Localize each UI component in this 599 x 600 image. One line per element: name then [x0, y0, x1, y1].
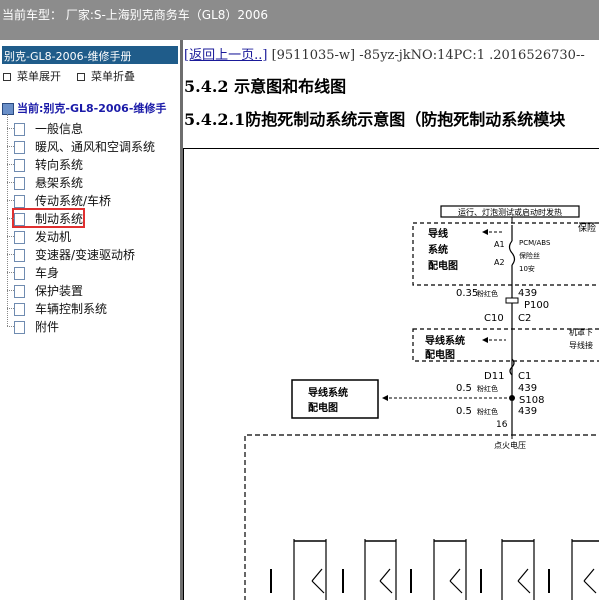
vehicle-model-text: 当前车型： 厂家:S-上海别克商务车（GL8）2006: [2, 8, 268, 22]
sidebar-item-label: 车身: [35, 266, 60, 280]
box1-label-2: 系统: [428, 243, 448, 256]
sidebar-item-label: 制动系统: [35, 212, 84, 226]
wire1-color: 粉红色: [477, 289, 498, 298]
fuse-label-1: PCM/ABS: [519, 239, 551, 247]
sidebar-item-brakes[interactable]: 制动系统: [7, 208, 86, 228]
wiring-diagram: 运行、灯泡测试或启动时发热 保险 导线 系统 配电图 A1 A2 PCM/ABS…: [183, 148, 599, 600]
document-icon: [14, 213, 25, 226]
box2-label-1: 导线系统: [425, 334, 465, 347]
sidebar-item-driveline[interactable]: 传动系统/车桥: [7, 192, 112, 208]
splice-s108-dot: [509, 395, 515, 401]
expand-menu-label: 菜单展开: [17, 70, 61, 83]
document-icon: [14, 285, 25, 298]
document-icon: [14, 159, 25, 172]
wire2-gauge: 0.5: [456, 383, 472, 394]
sidebar-item-label: 保护装置: [35, 284, 84, 298]
connector-p100-symbol: [505, 297, 519, 304]
wire2-code: 439: [518, 383, 537, 394]
sidebar-item-hvac[interactable]: 暖风、通风和空调系统: [7, 138, 156, 154]
box2-label-2: 配电图: [425, 348, 455, 361]
document-icon: [14, 123, 25, 136]
document-icon: [14, 267, 25, 280]
conn-p100: P100: [524, 300, 549, 311]
document-icon: [14, 141, 25, 154]
sidebar-item-restraints[interactable]: 保护装置: [7, 282, 84, 298]
document-icon: [14, 195, 25, 208]
right-note-2b: 导线接: [569, 340, 593, 350]
conn-c1: C1: [518, 371, 531, 382]
box3-label-2: 配电图: [308, 401, 338, 414]
box3-label-1: 导线系统: [308, 386, 348, 399]
pin-a2: A2: [494, 258, 505, 267]
solenoid-switch-array: [293, 539, 599, 600]
ignition-voltage: 点火电压: [494, 440, 526, 450]
document-id: [9511035-w] -85yz-jkNO:14PC:1 .201652673…: [271, 48, 585, 63]
abs-module-outline: [244, 434, 599, 600]
sidebar-item-label: 转向系统: [35, 158, 84, 172]
sidebar-item-transmission[interactable]: 变速器/变速驱动桥: [7, 246, 136, 262]
fuse-label-2: 保险丝: [519, 251, 540, 260]
breadcrumb: [返回上一页..] [9511035-w] -85yz-jkNO:14PC:1 …: [184, 44, 585, 63]
sidebar-item-suspension[interactable]: 悬架系统: [7, 174, 84, 190]
back-link[interactable]: [返回上一页..]: [184, 48, 267, 63]
subsection-heading: 5.4.2.1防抱死制动系统示意图（防抱死制动系统模块: [184, 110, 566, 129]
sidebar-item-label: 附件: [35, 320, 60, 334]
sidebar-item-vehicle-control[interactable]: 车辆控制系统: [7, 300, 108, 316]
current-manual-node[interactable]: 当前:别克-GL8-2006-维修手: [2, 100, 166, 116]
expand-menu-button[interactable]: 菜单展开: [3, 68, 61, 84]
sidebar-item-label: 一般信息: [35, 122, 84, 136]
collapse-menu-button[interactable]: 菜单折叠: [77, 68, 135, 84]
diagram-banner-text: 运行、灯泡测试或启动时发热: [458, 207, 562, 217]
conn-c2: C2: [518, 313, 531, 324]
pin-16: 16: [496, 420, 508, 430]
sidebar-title: 别克-GL8-2006-维修手册: [2, 46, 178, 64]
wire1-gauge: 0.35: [456, 288, 478, 299]
box1-label-1: 导线: [428, 227, 448, 240]
pin-a1: A1: [494, 240, 505, 249]
current-manual-label: 当前:别克-GL8-2006-维修手: [17, 102, 167, 115]
right-note-2a: 机罩下: [569, 327, 593, 337]
sidebar-item-steering[interactable]: 转向系统: [7, 156, 84, 172]
conn-c10: C10: [484, 313, 504, 324]
document-icon: [14, 177, 25, 190]
wire2-color: 粉红色: [477, 384, 498, 393]
sidebar-item-label: 车辆控制系统: [35, 302, 108, 316]
box1-label-3: 配电图: [428, 259, 458, 272]
document-icon: [14, 321, 25, 334]
document-icon: [14, 303, 25, 316]
wiring-diagram-svg: 运行、灯泡测试或启动时发热 保险 导线 系统 配电图 A1 A2 PCM/ABS…: [244, 205, 599, 600]
wire3-color: 粉红色: [477, 407, 498, 416]
window-title-bar: 当前车型： 厂家:S-上海别克商务车（GL8）2006: [0, 0, 599, 40]
fuse-symbol: [508, 240, 516, 266]
sidebar: 别克-GL8-2006-维修手册 菜单展开 菜单折叠 当前:别克-GL8-200…: [0, 40, 180, 600]
content-pane: [返回上一页..] [9511035-w] -85yz-jkNO:14PC:1 …: [183, 40, 599, 600]
sidebar-item-accessories[interactable]: 附件: [7, 318, 60, 334]
conn-d11: D11: [484, 371, 504, 382]
sidebar-item-engine[interactable]: 发动机: [7, 228, 72, 244]
collapse-menu-label: 菜单折叠: [91, 70, 135, 83]
collapse-icon: [77, 73, 85, 81]
splice-s108: S108: [519, 395, 544, 406]
document-icon: [14, 231, 25, 244]
sidebar-item-label: 发动机: [35, 230, 72, 244]
fuse-label-3: 10安: [519, 264, 535, 273]
right-note-1: 保险: [578, 222, 596, 234]
wire3-gauge: 0.5: [456, 406, 472, 417]
document-icon: [14, 249, 25, 262]
wire1-code: 439: [518, 288, 537, 299]
sidebar-item-general-info[interactable]: 一般信息: [7, 120, 84, 136]
wire3-code: 439: [518, 406, 537, 417]
manual-book-icon: [2, 103, 14, 115]
sidebar-item-label: 变速器/变速驱动桥: [35, 248, 136, 262]
section-heading: 5.4.2 示意图和布线图: [184, 77, 347, 96]
sidebar-item-body[interactable]: 车身: [7, 264, 60, 280]
sidebar-item-label: 暖风、通风和空调系统: [35, 140, 156, 154]
expand-icon: [3, 73, 11, 81]
sidebar-item-label: 传动系统/车桥: [35, 194, 112, 208]
sidebar-item-label: 悬架系统: [35, 176, 84, 190]
